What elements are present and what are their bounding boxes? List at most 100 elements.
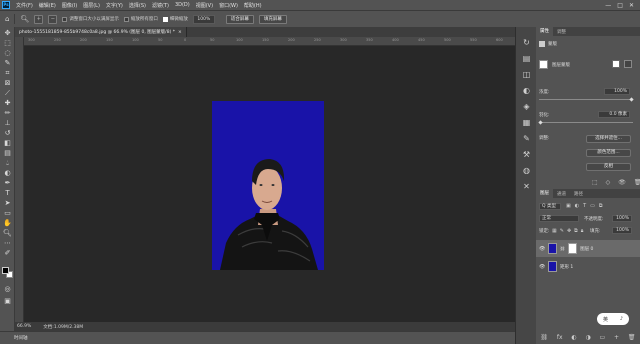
layer-filter-select[interactable]: Q 类型: [539, 203, 561, 210]
invert-button[interactable]: 反相: [586, 163, 631, 171]
lock-all-icon[interactable]: 🔒︎: [581, 228, 584, 234]
delete-layer-icon[interactable]: 🗑: [628, 334, 636, 341]
link-icon[interactable]: ⛓: [560, 246, 565, 251]
frame-tool-icon[interactable]: ⊠: [2, 79, 13, 88]
app-logo[interactable]: Ps: [2, 1, 10, 9]
history-icon[interactable]: ↻: [521, 37, 532, 48]
document-image[interactable]: [212, 101, 324, 270]
fill-screen-button[interactable]: 填充屏幕: [258, 14, 287, 24]
timeline-panel-tab[interactable]: 时间轴: [0, 331, 515, 344]
move-tool-icon[interactable]: ✥: [2, 29, 13, 38]
blend-mode-select[interactable]: 正常: [539, 215, 579, 222]
select-and-mask-button[interactable]: 选择并遮住...: [586, 135, 631, 143]
delete-mask-icon[interactable]: 🗑︎: [634, 179, 640, 186]
adjustments-icon[interactable]: ◐: [521, 85, 532, 96]
fx-icon[interactable]: fx: [557, 334, 563, 341]
path-select-tool-icon[interactable]: ➤: [2, 199, 13, 208]
zoom-out-button[interactable]: －: [48, 14, 58, 24]
libraries-icon[interactable]: ◫: [521, 69, 532, 80]
menu-layer[interactable]: 图层(L): [80, 2, 103, 9]
properties-icon[interactable]: ▤: [521, 53, 532, 64]
blur-tool-icon[interactable]: 💧︎: [2, 159, 13, 168]
zoom-tool-icon[interactable]: 🔍︎: [20, 15, 29, 23]
visibility-icon[interactable]: 👁︎: [618, 179, 626, 186]
add-mask-icon[interactable]: ◐: [571, 334, 576, 341]
visibility-eye-icon[interactable]: 👁︎: [539, 264, 545, 270]
layer-name[interactable]: 矩形 1: [560, 264, 573, 270]
density-slider-knob[interactable]: [629, 97, 634, 102]
zoom-tool-icon[interactable]: 🔍︎: [2, 229, 13, 238]
type-tool-icon[interactable]: T: [2, 189, 13, 198]
dodge-tool-icon[interactable]: ◐: [2, 169, 13, 178]
filter-shape-icon[interactable]: ▭: [590, 203, 595, 209]
menu-window[interactable]: 窗口(W): [216, 2, 241, 9]
channels-icon[interactable]: ◍: [521, 165, 532, 176]
lasso-tool-icon[interactable]: ◌: [2, 49, 13, 58]
new-layer-icon[interactable]: +: [614, 334, 619, 341]
vector-mask-icon[interactable]: [624, 60, 632, 68]
history-brush-icon[interactable]: ↺: [2, 129, 13, 138]
tab-layers[interactable]: 图层: [536, 189, 553, 198]
edit-toolbar-icon[interactable]: ✐: [2, 249, 13, 258]
home-icon[interactable]: ⌂: [5, 15, 9, 23]
apply-mask-icon[interactable]: ◇: [606, 179, 611, 186]
tab-adjustments[interactable]: 调整: [553, 29, 570, 35]
close-tab-icon[interactable]: ×: [178, 30, 182, 35]
opacity-field[interactable]: 100%: [612, 215, 632, 222]
menu-image[interactable]: 图像(I): [59, 2, 80, 9]
load-selection-icon[interactable]: ⬚: [592, 179, 598, 186]
menu-file[interactable]: 文件(F): [13, 2, 36, 9]
layer-row[interactable]: 👁︎ 矩形 1: [536, 258, 640, 275]
stamp-tool-icon[interactable]: ⊥: [2, 119, 13, 128]
resize-windows-checkbox[interactable]: 调整窗口大小以满屏显示: [62, 16, 119, 22]
adjustment-layer-icon[interactable]: ◑: [585, 334, 590, 341]
menu-help[interactable]: 帮助(H): [241, 2, 265, 9]
lock-position-icon[interactable]: ✥: [567, 228, 571, 234]
layer-row[interactable]: 👁︎ ⛓ 图层 0: [536, 240, 640, 257]
brush-settings-icon[interactable]: ✎: [521, 133, 532, 144]
visibility-eye-icon[interactable]: 👁︎: [539, 246, 545, 252]
foreground-color-swatch[interactable]: [2, 267, 9, 274]
eraser-tool-icon[interactable]: ◧: [2, 139, 13, 148]
document-info[interactable]: 文档:1.09M/2.38M: [43, 324, 83, 330]
menu-3d[interactable]: 3D(D): [172, 2, 193, 8]
document-tab[interactable]: photo-1555181859-855b9748c0a8.jpg @ 66.9…: [15, 27, 187, 37]
swatches-icon[interactable]: ▦: [521, 117, 532, 128]
tab-channels[interactable]: 通道: [553, 191, 570, 197]
filter-adjust-icon[interactable]: ◐: [575, 203, 579, 209]
tab-paths[interactable]: 路径: [570, 191, 587, 197]
layer-name[interactable]: 图层 0: [580, 246, 593, 252]
menu-type[interactable]: 文字(Y): [103, 2, 126, 9]
zoom-all-checkbox[interactable]: 缩放所有窗口: [123, 16, 158, 22]
pixel-mask-icon[interactable]: [612, 60, 620, 68]
menu-view[interactable]: 视图(V): [193, 2, 216, 9]
density-field[interactable]: 100%: [604, 88, 630, 95]
density-slider[interactable]: [539, 97, 634, 102]
healing-tool-icon[interactable]: ✚: [2, 99, 13, 108]
quick-mask-icon[interactable]: ◎: [2, 285, 13, 294]
filter-type-icon[interactable]: T: [583, 203, 586, 209]
menu-select[interactable]: 选择(S): [126, 2, 149, 9]
layer-mask-thumbnail[interactable]: [539, 60, 548, 69]
marquee-tool-icon[interactable]: ⬚: [2, 39, 13, 48]
lock-artboard-icon[interactable]: ⧉: [574, 228, 578, 234]
zoom-percent-field[interactable]: 100%: [192, 14, 215, 24]
feather-slider-knob[interactable]: [538, 120, 543, 125]
link-layers-icon[interactable]: ⛓: [540, 334, 548, 341]
menu-edit[interactable]: 编辑(E): [36, 2, 59, 9]
fill-field[interactable]: 100%: [612, 227, 632, 234]
color-range-button[interactable]: 颜色范围...: [586, 149, 631, 157]
screen-mode-icon[interactable]: ▣: [2, 297, 13, 306]
scrubby-zoom-checkbox[interactable]: 细微缩放: [162, 16, 188, 22]
layer-mask-thumbnail[interactable]: [568, 243, 578, 254]
shape-tool-icon[interactable]: ▭: [2, 209, 13, 218]
minimize-button[interactable]: —: [605, 2, 611, 9]
group-icon[interactable]: ▭: [600, 334, 606, 341]
maximize-button[interactable]: □: [617, 2, 623, 9]
lock-pixels-icon[interactable]: ✎: [560, 228, 564, 234]
hand-tool-icon[interactable]: ✋: [2, 219, 13, 228]
close-window-button[interactable]: ✕: [629, 2, 634, 9]
zoom-in-button[interactable]: ＋: [34, 14, 44, 24]
more-tools-icon[interactable]: ⋯: [2, 239, 13, 248]
gradient-tool-icon[interactable]: ▤: [2, 149, 13, 158]
